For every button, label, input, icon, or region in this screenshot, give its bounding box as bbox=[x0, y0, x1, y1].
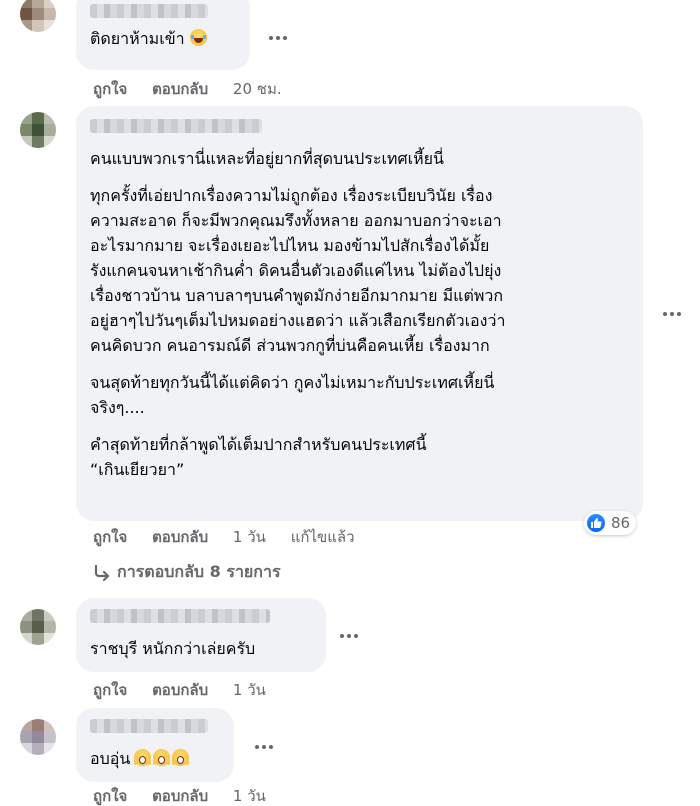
comment-actions: ถูกใจ ตอบกลับ 1 วัน bbox=[93, 680, 266, 700]
timestamp[interactable]: 20 ชม. bbox=[233, 79, 282, 99]
comment-bubble: ติดยาห้ามเข้า bbox=[76, 0, 250, 70]
reply-arrow-icon bbox=[94, 564, 110, 581]
more-options-icon[interactable] bbox=[255, 745, 273, 751]
reply-link[interactable]: ตอบกลับ bbox=[152, 79, 208, 99]
more-options-icon[interactable] bbox=[340, 634, 358, 640]
like-link[interactable]: ถูกใจ bbox=[93, 680, 127, 700]
like-link[interactable]: ถูกใจ bbox=[93, 786, 127, 806]
comment-actions: ถูกใจ ตอบกลับ 1 วัน แก้ไขแล้ว bbox=[93, 527, 355, 547]
comment-paragraph: ทุกครั้งที่เอ่ยปากเรื่องความไม่ถูกต้อง เ… bbox=[90, 186, 506, 355]
comment-paragraph: คำสุดท้ายที่กล้าพูดได้เต็มปากสำหรับคนประ… bbox=[90, 435, 427, 479]
comment-bubble: คนแบบพวกเรานี่แหละที่อยู่ยากที่สุดบนประเ… bbox=[76, 106, 643, 521]
timestamp[interactable]: 1 วัน bbox=[233, 527, 266, 547]
comment-actions: ถูกใจ ตอบกลับ 20 ชม. bbox=[93, 79, 282, 99]
comment-text: ราชบุรี หนักกว่าเล่ยครับ bbox=[90, 639, 256, 658]
screaming-face-emoji bbox=[172, 749, 190, 766]
comment-paragraph: คนแบบพวกเรานี่แหละที่อยู่ยากที่สุดบนประเ… bbox=[90, 149, 444, 168]
screaming-face-emoji bbox=[134, 749, 152, 766]
view-replies-link[interactable]: การตอบกลับ 8 รายการ bbox=[93, 561, 281, 583]
reply-link[interactable]: ตอบกลับ bbox=[152, 680, 208, 700]
avatar[interactable] bbox=[20, 719, 56, 755]
reply-link[interactable]: ตอบกลับ bbox=[152, 527, 208, 547]
comment-text: ติดยาห้ามเข้า bbox=[90, 26, 207, 51]
laughing-tears-emoji bbox=[189, 29, 207, 46]
comment-actions: ถูกใจ ตอบกลับ 1 วัน bbox=[93, 786, 266, 806]
avatar[interactable] bbox=[20, 609, 56, 645]
commenter-name[interactable] bbox=[90, 119, 262, 133]
more-options-icon[interactable] bbox=[269, 36, 287, 42]
comment-paragraph: จนสุดท้ายทุกวันนี้ได้แต่คิดว่า กูคงไม่เห… bbox=[90, 373, 495, 417]
reaction-summary[interactable]: 86 bbox=[584, 511, 637, 535]
reply-link[interactable]: ตอบกลับ bbox=[152, 786, 208, 806]
comment-text: อบอุ่น bbox=[90, 746, 190, 771]
like-link[interactable]: ถูกใจ bbox=[93, 527, 127, 547]
reaction-count: 86 bbox=[611, 514, 631, 532]
commenter-name[interactable] bbox=[90, 609, 270, 623]
like-link[interactable]: ถูกใจ bbox=[93, 79, 127, 99]
avatar[interactable] bbox=[20, 112, 56, 148]
timestamp[interactable]: 1 วัน bbox=[233, 680, 266, 700]
like-icon bbox=[587, 514, 605, 532]
comment-bubble: ราชบุรี หนักกว่าเล่ยครับ bbox=[76, 598, 326, 672]
avatar[interactable] bbox=[20, 0, 56, 32]
more-options-icon[interactable] bbox=[663, 312, 681, 318]
edited-label[interactable]: แก้ไขแล้ว bbox=[291, 527, 355, 547]
comment-bubble: อบอุ่น bbox=[76, 708, 234, 782]
screaming-face-emoji bbox=[153, 749, 171, 766]
commenter-name[interactable] bbox=[90, 4, 208, 18]
comment-text: คนแบบพวกเรานี่แหละที่อยู่ยากที่สุดบนประเ… bbox=[90, 146, 505, 482]
commenter-name[interactable] bbox=[90, 719, 208, 733]
timestamp[interactable]: 1 วัน bbox=[233, 786, 266, 806]
